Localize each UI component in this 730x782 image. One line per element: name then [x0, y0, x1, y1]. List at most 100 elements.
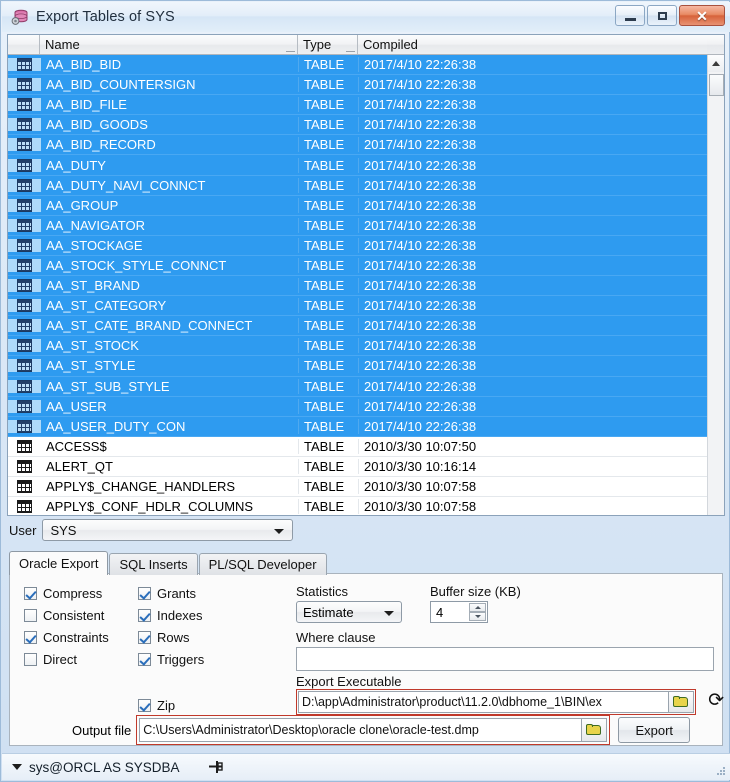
table-row[interactable]: AA_ST_BRAND TABLE 2017/4/10 22:26:38: [8, 276, 707, 297]
checkbox-zip[interactable]: Zip: [138, 698, 175, 713]
checkbox-rows[interactable]: Rows: [138, 630, 204, 645]
window-frame: Export Tables of SYS ✕ Name Type Compile…: [0, 0, 730, 782]
table-compiled-cell: 2017/4/10 22:26:38: [364, 398, 477, 414]
checkbox-triggers-label: Triggers: [157, 652, 205, 667]
table-row[interactable]: AA_ST_STYLE TABLE 2017/4/10 22:26:38: [8, 356, 707, 377]
table-name-cell: AA_NAVIGATOR: [41, 217, 299, 233]
table-grid-icon: [16, 238, 32, 252]
table-name-cell: AA_GROUP: [41, 197, 299, 213]
table-icon-cell: [8, 158, 41, 172]
pin-icon[interactable]: [208, 760, 224, 774]
table-row[interactable]: AA_BID_FILE TABLE 2017/4/10 22:26:38: [8, 95, 707, 116]
maximize-icon: [657, 11, 667, 20]
table-compiled-cell: 2017/4/10 22:26:38: [364, 278, 477, 294]
tab-sql-inserts[interactable]: SQL Inserts: [109, 553, 198, 575]
where-clause-label: Where clause: [296, 630, 376, 645]
table-compiled-cell: 2017/4/10 22:26:38: [364, 177, 477, 193]
table-type-cell: TABLE: [299, 338, 359, 354]
table-name-cell: AA_ST_STYLE: [41, 358, 299, 374]
user-select-value: SYS: [50, 522, 77, 538]
table-row[interactable]: AA_STOCK_STYLE_CONNCT TABLE 2017/4/10 22:2…: [8, 255, 707, 277]
user-select[interactable]: SYS: [42, 519, 294, 541]
column-resize-grip[interactable]: [286, 49, 295, 52]
table-type-cell: TABLE: [299, 217, 359, 233]
table-grid-icon: [16, 178, 32, 192]
checkbox-direct-label: Direct: [43, 652, 77, 667]
checkbox-grants[interactable]: Grants: [138, 586, 204, 601]
table-type-cell: TABLE: [299, 378, 359, 394]
tab-pl-sql-developer[interactable]: PL/SQL Developer: [198, 553, 327, 575]
vertical-scrollbar[interactable]: [707, 55, 724, 515]
column-header-name[interactable]: Name: [40, 35, 298, 54]
table-row[interactable]: AA_USER TABLE 2017/4/10 22:26:38: [8, 396, 707, 417]
checkbox-compress[interactable]: Compress: [24, 586, 109, 601]
table-compiled-cell: 2017/4/10 22:26:38: [364, 197, 477, 213]
export-button[interactable]: Export: [618, 717, 691, 743]
window-title: Export Tables of SYS: [36, 9, 175, 25]
close-button[interactable]: ✕: [679, 5, 725, 26]
table-row[interactable]: AA_GROUP TABLE 2017/4/10 22:26:38: [8, 195, 707, 216]
table-row[interactable]: AA_NAVIGATOR TABLE 2017/4/10 22:26:38: [8, 215, 707, 236]
table-row[interactable]: AA_DUTY_NAVI_CONNCT TABLE 2017/4/10 22:26:…: [8, 175, 707, 196]
table-row[interactable]: AA_BID_RECORD TABLE 2017/4/10 22:26:38: [8, 135, 707, 156]
output-file-browse-button[interactable]: [581, 718, 608, 742]
chevron-up-icon: [712, 61, 720, 66]
table-icon-cell: [8, 258, 41, 272]
table-row[interactable]: AA_ST_SUB_STYLE TABLE 2017/4/10 22:26:38: [8, 376, 707, 397]
table-compiled-cell: 2010/3/30 10:07:58: [364, 499, 477, 515]
stepper-up-button[interactable]: [469, 603, 486, 612]
options-column-b: Grants Indexes Rows Triggers: [138, 586, 204, 674]
output-file-input[interactable]: C:\Users\Administrator\Desktop\oracle cl…: [139, 718, 582, 742]
table-row[interactable]: AA_DUTY TABLE 2017/4/10 22:26:38: [8, 155, 707, 176]
export-executable-input[interactable]: D:\app\Administrator\product\11.2.0\dbho…: [298, 691, 668, 713]
output-file-highlight: C:\Users\Administrator\Desktop\oracle cl…: [136, 715, 611, 745]
checkbox-consistent[interactable]: Consistent: [24, 608, 109, 623]
table-row[interactable]: AA_BID_BID TABLE 2017/4/10 22:26:38: [8, 55, 707, 76]
table-row[interactable]: AA_ST_CATE_BRAND_CONNECT TABLE 2017/4/10 2…: [8, 316, 707, 337]
tab-oracle-export[interactable]: Oracle Export: [9, 551, 109, 575]
table-row[interactable]: AA_BID_GOODS TABLE 2017/4/10 22:26:38: [8, 115, 707, 136]
resize-grip[interactable]: [716, 767, 726, 777]
checkbox-indexes[interactable]: Indexes: [138, 608, 204, 623]
statistics-select[interactable]: Estimate: [296, 601, 402, 623]
table-row[interactable]: APPLY$_CONF_HDLR_COLUMNS TABLE 2010/3/30 1…: [8, 497, 707, 515]
folder-open-icon: [586, 724, 602, 736]
table-compiled-cell: 2017/4/10 22:26:38: [364, 338, 477, 354]
where-clause-input[interactable]: [296, 647, 714, 671]
output-file-row: Output file C:\Users\Administrator\Deskt…: [72, 715, 712, 745]
checkbox-indexes-label: Indexes: [157, 608, 203, 623]
table-row[interactable]: ACCESS$ TABLE 2010/3/30 10:07:50: [8, 437, 707, 457]
export-executable-browse-button[interactable]: [668, 691, 694, 713]
buffer-size-stepper[interactable]: 4: [430, 601, 488, 623]
statistics-value: Estimate: [303, 604, 354, 620]
maximize-button[interactable]: [647, 5, 677, 26]
column-header-icon[interactable]: [8, 35, 40, 54]
table-row[interactable]: ALERT_QT TABLE 2010/3/30 10:16:14: [8, 457, 707, 477]
table-row[interactable]: AA_ST_STOCK TABLE 2017/4/10 22:26:38: [8, 336, 707, 357]
scroll-up-button[interactable]: [708, 55, 724, 72]
tables-list[interactable]: Name Type Compiled AA_BID_BID TABLE 2017/4…: [7, 34, 725, 516]
tab-bar[interactable]: Oracle Export SQL Inserts PL/SQL Developer: [9, 551, 328, 575]
table-row[interactable]: AA_ST_CATEGORY TABLE 2017/4/10 22:26:38: [8, 296, 707, 317]
stepper-buttons[interactable]: [469, 603, 486, 621]
stepper-down-button[interactable]: [469, 612, 486, 621]
table-grid-icon: [16, 379, 32, 393]
table-row[interactable]: APPLY$_CHANGE_HANDLERS TABLE 2010/3/30 10:…: [8, 477, 707, 498]
chevron-down-icon[interactable]: [12, 764, 22, 770]
output-file-label: Output file: [72, 722, 132, 738]
scrollbar-thumb[interactable]: [709, 74, 724, 96]
table-row[interactable]: AA_BID_COUNTERSIGN TABLE 2017/4/10 22:26:3…: [8, 75, 707, 96]
table-row[interactable]: AA_USER_DUTY_CON TABLE 2017/4/10 22:26:38: [8, 416, 707, 437]
zip-option[interactable]: Zip: [138, 698, 175, 713]
column-header-compiled[interactable]: Compiled: [358, 35, 724, 54]
checkbox-direct[interactable]: Direct: [24, 652, 109, 667]
grid-body[interactable]: AA_BID_BID TABLE 2017/4/10 22:26:38 AA_BID_…: [8, 55, 707, 515]
table-row[interactable]: AA_STOCKAGE TABLE 2017/4/10 22:26:38: [8, 235, 707, 256]
table-name-cell: AA_ST_CATE_BRAND_CONNECT: [41, 318, 299, 334]
minimize-button[interactable]: [615, 5, 645, 26]
column-header-type[interactable]: Type: [298, 35, 358, 54]
refresh-icon[interactable]: ⟳: [708, 691, 724, 710]
checkbox-constraints[interactable]: Constraints: [24, 630, 109, 645]
checkbox-triggers[interactable]: Triggers: [138, 652, 204, 667]
column-resize-grip[interactable]: [346, 49, 355, 52]
